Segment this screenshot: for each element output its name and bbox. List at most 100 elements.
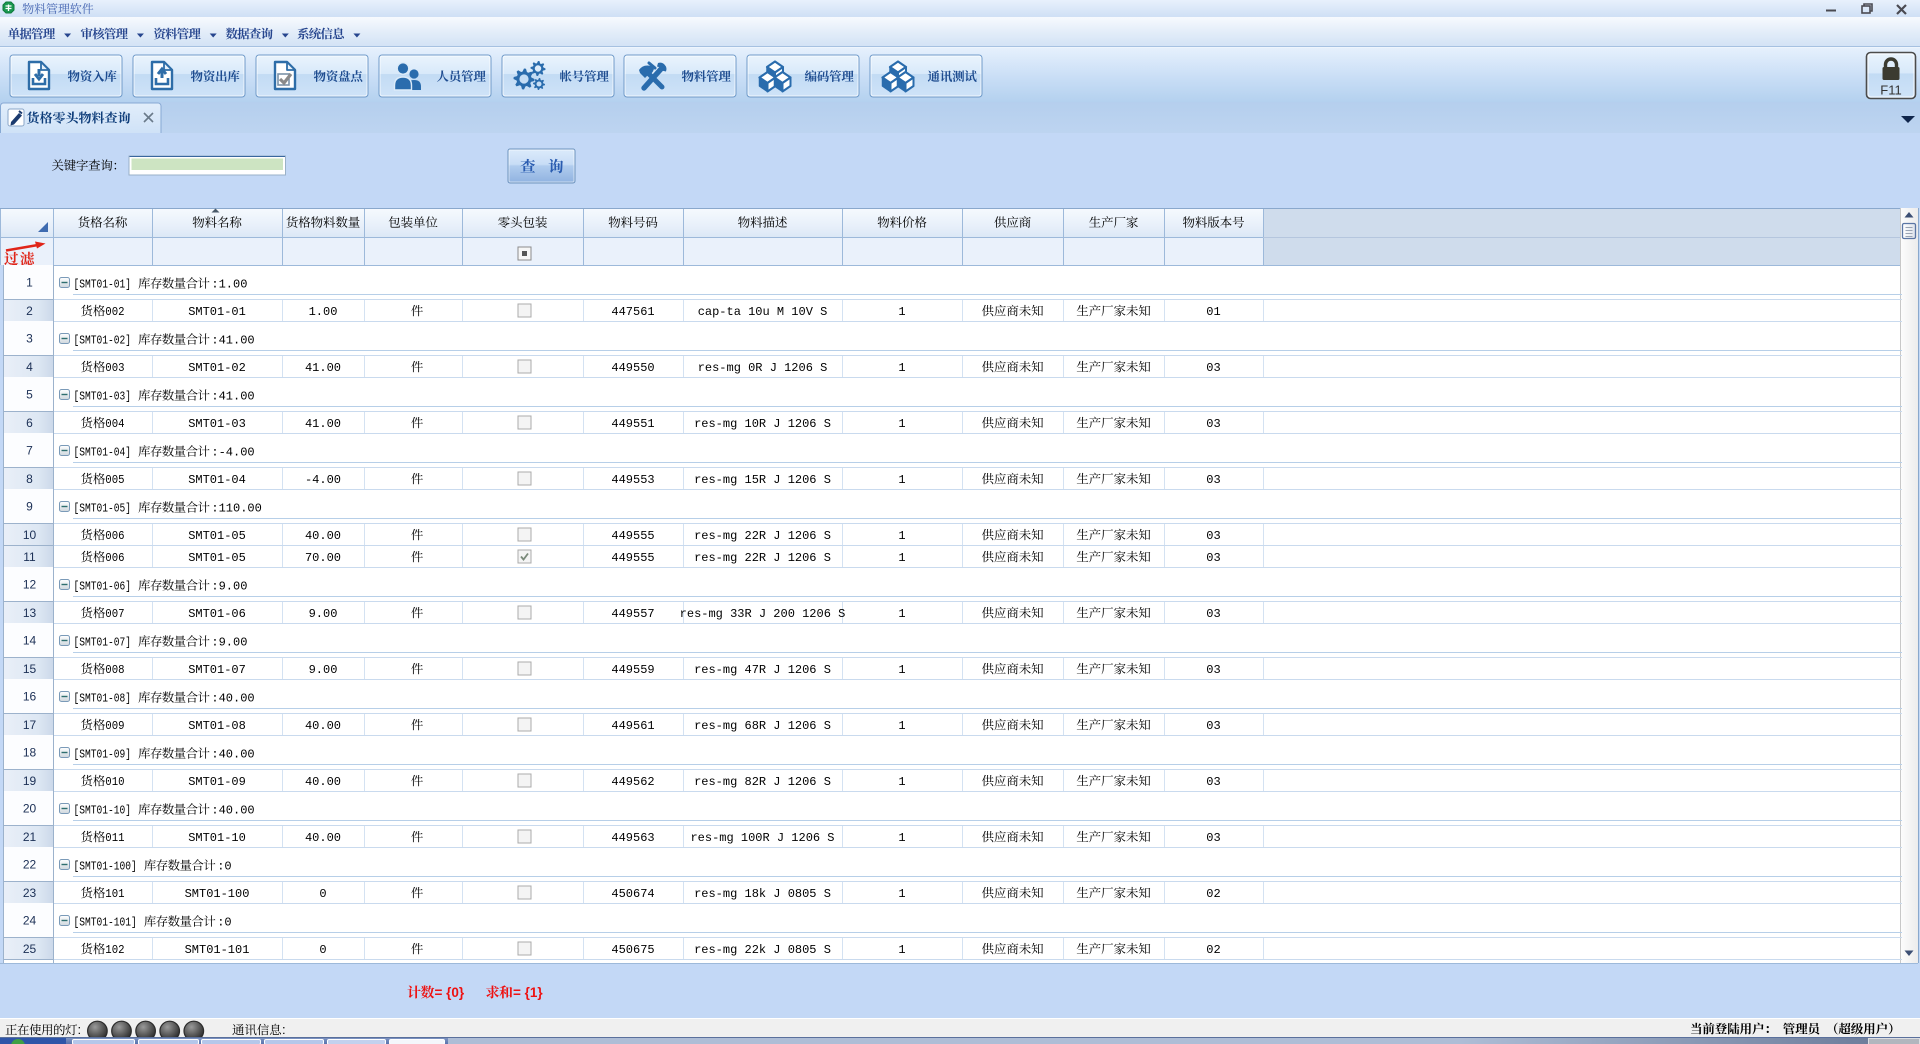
svg-text:41.00: 41.00 — [305, 417, 341, 431]
svg-text:SMT01-07: SMT01-07 — [188, 663, 246, 677]
svg-text:res-mg 82R J 1206 S: res-mg 82R J 1206 S — [694, 775, 831, 789]
svg-text:[SMT01-09]: [SMT01-09] — [74, 747, 132, 761]
svg-text:res-mg 22R J 1206 S: res-mg 22R J 1206 S — [694, 529, 831, 543]
svg-text:SMT01-06: SMT01-06 — [188, 607, 246, 621]
svg-text:25: 25 — [23, 942, 37, 956]
svg-text:20: 20 — [23, 801, 37, 815]
svg-text:8: 8 — [26, 472, 33, 486]
svg-text:SMT01-04: SMT01-04 — [188, 473, 246, 487]
svg-text:010: 010 — [105, 775, 124, 789]
svg-text:1: 1 — [898, 943, 905, 957]
svg-text::: : — [282, 1022, 286, 1037]
svg-text:450675: 450675 — [611, 943, 654, 957]
svg-text::41.00: :41.00 — [211, 389, 254, 403]
svg-text:40.00: 40.00 — [305, 719, 341, 733]
svg-text:007: 007 — [105, 607, 124, 621]
svg-text::110.00: :110.00 — [211, 501, 261, 515]
svg-text:SMT01-05: SMT01-05 — [188, 529, 246, 543]
svg-text:res-mg 22R J 1206 S: res-mg 22R J 1206 S — [694, 551, 831, 565]
svg-text::40.00: :40.00 — [211, 803, 254, 817]
svg-text:res-mg 18k J 0805 S: res-mg 18k J 0805 S — [694, 887, 831, 901]
svg-text:22: 22 — [23, 857, 37, 871]
svg-text:1: 1 — [898, 719, 905, 733]
svg-text:13: 13 — [23, 606, 37, 620]
svg-text:41.00: 41.00 — [305, 361, 341, 375]
svg-text:449555: 449555 — [611, 529, 654, 543]
svg-text:03: 03 — [1206, 607, 1220, 621]
svg-text:009: 009 — [105, 719, 124, 733]
svg-text:008: 008 — [105, 663, 124, 677]
svg-text:23: 23 — [23, 886, 37, 900]
svg-text:18: 18 — [23, 745, 37, 759]
svg-text:03: 03 — [1206, 529, 1220, 543]
svg-text:res-mg 10R J 1206 S: res-mg 10R J 1206 S — [694, 417, 831, 431]
svg-text::9.00: :9.00 — [211, 635, 247, 649]
svg-text:005: 005 — [105, 473, 124, 487]
svg-text:[SMT01-04]: [SMT01-04] — [74, 445, 132, 459]
svg-text:6: 6 — [26, 416, 33, 430]
svg-text:449553: 449553 — [611, 473, 654, 487]
svg-text:03: 03 — [1206, 417, 1220, 431]
svg-text:SMT01-101: SMT01-101 — [185, 943, 250, 957]
svg-text:11: 11 — [23, 550, 36, 564]
svg-text:40.00: 40.00 — [305, 529, 341, 543]
svg-text:1: 1 — [898, 607, 905, 621]
svg-text:= {0}: = {0} — [435, 985, 465, 1000]
svg-text:12: 12 — [23, 577, 37, 591]
svg-text:1: 1 — [898, 887, 905, 901]
svg-text:0: 0 — [319, 943, 326, 957]
svg-text:15: 15 — [23, 662, 37, 676]
svg-text:[SMT01-05]: [SMT01-05] — [74, 501, 132, 515]
svg-text:1: 1 — [898, 529, 905, 543]
svg-text:1: 1 — [898, 551, 905, 565]
svg-text:4: 4 — [26, 360, 33, 374]
svg-text:SMT01-05: SMT01-05 — [188, 551, 246, 565]
svg-text:= {1}: = {1} — [513, 985, 543, 1000]
svg-text::41.00: :41.00 — [211, 333, 254, 347]
svg-text:450674: 450674 — [611, 887, 654, 901]
svg-text:1.00: 1.00 — [309, 305, 338, 319]
svg-text:1: 1 — [898, 417, 905, 431]
svg-text:10: 10 — [23, 528, 37, 542]
svg-text:2: 2 — [26, 304, 33, 318]
svg-text:res-mg 33R J 200 1206 S: res-mg 33R J 200 1206 S — [680, 607, 846, 621]
svg-text:004: 004 — [105, 417, 124, 431]
svg-text:[SMT01-06]: [SMT01-06] — [74, 579, 132, 593]
svg-text:19: 19 — [23, 774, 37, 788]
svg-text:[SMT01-100]: [SMT01-100] — [74, 859, 137, 873]
svg-text::9.00: :9.00 — [211, 579, 247, 593]
svg-text:[SMT01-08]: [SMT01-08] — [74, 691, 132, 705]
svg-text:003: 003 — [105, 361, 124, 375]
svg-text:[SMT01-07]: [SMT01-07] — [74, 635, 132, 649]
svg-text:24: 24 — [23, 913, 37, 927]
svg-text:SMT01-01: SMT01-01 — [188, 305, 246, 319]
svg-text:449550: 449550 — [611, 361, 654, 375]
svg-text:9.00: 9.00 — [309, 607, 338, 621]
svg-text:449557: 449557 — [611, 607, 654, 621]
svg-text:011: 011 — [105, 831, 124, 845]
svg-text::1.00: :1.00 — [211, 277, 247, 291]
svg-text:40.00: 40.00 — [305, 831, 341, 845]
svg-text:447561: 447561 — [611, 305, 654, 319]
svg-text::0: :0 — [217, 915, 231, 929]
svg-text:res-mg 0R J 1206 S: res-mg 0R J 1206 S — [698, 361, 828, 375]
svg-text:03: 03 — [1206, 663, 1220, 677]
svg-text:SMT01-02: SMT01-02 — [188, 361, 246, 375]
svg-text:16: 16 — [23, 689, 37, 703]
svg-text:1: 1 — [898, 361, 905, 375]
svg-text:1: 1 — [26, 275, 33, 289]
svg-text:1: 1 — [898, 663, 905, 677]
svg-text:02: 02 — [1206, 943, 1220, 957]
svg-text:449559: 449559 — [611, 663, 654, 677]
svg-text:res-mg 47R J 1206 S: res-mg 47R J 1206 S — [694, 663, 831, 677]
svg-text:449562: 449562 — [611, 775, 654, 789]
svg-text:17: 17 — [23, 718, 37, 732]
svg-text:03: 03 — [1206, 775, 1220, 789]
svg-text:SMT01-09: SMT01-09 — [188, 775, 246, 789]
svg-text:02: 02 — [1206, 887, 1220, 901]
svg-text:002: 002 — [105, 305, 124, 319]
svg-text:res-mg 22k J 0805 S: res-mg 22k J 0805 S — [694, 943, 831, 957]
svg-text:res-mg 100R J 1206 S: res-mg 100R J 1206 S — [690, 831, 834, 845]
svg-text::40.00: :40.00 — [211, 747, 254, 761]
svg-text:21: 21 — [23, 830, 37, 844]
